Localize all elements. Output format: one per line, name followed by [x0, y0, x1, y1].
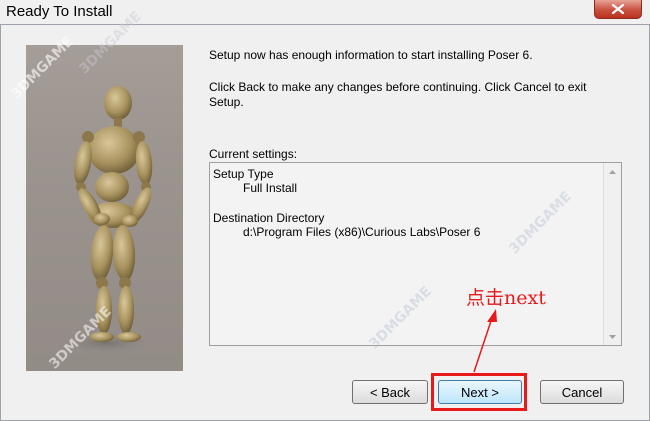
intro-line-2: Click Back to make any changes before co…	[209, 80, 587, 110]
cancel-button[interactable]: Cancel	[540, 380, 624, 404]
next-highlight-box	[431, 373, 527, 411]
vertical-scrollbar[interactable]	[603, 163, 621, 345]
annotation-text: 点击next	[466, 287, 546, 309]
intro-line-1: Setup now has enough information to star…	[209, 48, 533, 62]
intro-line-2b: Setup.	[209, 95, 244, 109]
back-button[interactable]: < Back	[352, 380, 428, 404]
close-icon	[612, 4, 624, 14]
destination-value: d:\Program Files (x86)\Curious Labs\Pose…	[243, 225, 481, 239]
scroll-down-button[interactable]	[604, 328, 621, 345]
setup-type-value: Full Install	[243, 181, 298, 195]
window-title: Ready To Install	[6, 3, 113, 20]
current-settings-box[interactable]: Setup Type Full Install Destination Dire…	[209, 162, 622, 346]
title-bar[interactable]: Ready To Install	[0, 0, 650, 24]
close-button[interactable]	[594, 0, 642, 19]
intro-line-2a: Click Back to make any changes before co…	[209, 80, 587, 94]
chevron-up-icon	[609, 169, 616, 174]
chevron-down-icon	[609, 334, 616, 339]
scroll-up-button[interactable]	[604, 163, 621, 180]
current-settings-label: Current settings:	[209, 147, 298, 161]
mannequin-image	[26, 45, 183, 371]
destination-heading: Destination Directory	[213, 211, 325, 225]
settings-content: Setup Type Full Install Destination Dire…	[213, 167, 480, 239]
setup-type-heading: Setup Type	[213, 167, 274, 181]
